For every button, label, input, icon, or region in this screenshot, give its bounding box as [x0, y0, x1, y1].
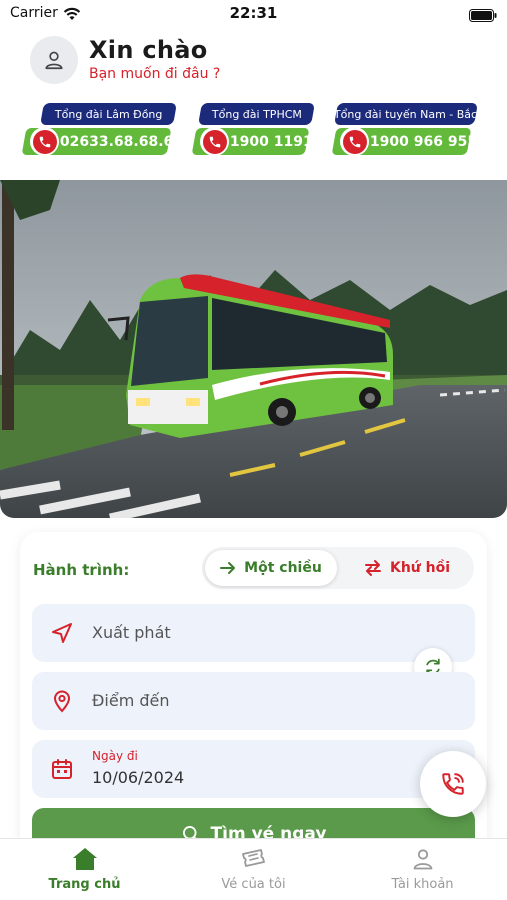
hotline-number: 1900 966 955 — [370, 133, 478, 150]
hotline-north-south[interactable]: Tổng đài tuyến Nam - Bắc 1900 966 955 — [331, 103, 479, 156]
hotline-number-box[interactable]: 1900 1191 — [191, 127, 313, 156]
departure-placeholder: Xuất phát — [92, 623, 171, 642]
arrow-right-icon — [220, 562, 236, 574]
nav-item-home[interactable]: Trang chủ — [0, 839, 169, 900]
hotline-lam-dong[interactable]: Tổng đài Lâm Đồng 02633.68.68.68 — [21, 103, 183, 156]
ticket-icon — [241, 849, 265, 867]
phone-icon — [30, 127, 59, 156]
bottom-navigation: Trang chủ Vé của tôi Tài khoản — [0, 838, 507, 900]
battery-icon — [469, 7, 497, 26]
call-hotline-button[interactable] — [420, 751, 486, 817]
hotline-title: Tổng đài Lâm Đồng — [40, 103, 177, 125]
greeting-subtitle: Bạn muốn đi đâu ? — [89, 66, 221, 82]
phone-icon — [200, 127, 229, 156]
hotline-number-box[interactable]: 1900 966 955 — [331, 127, 477, 156]
nav-label: Trang chủ — [48, 877, 121, 892]
one-way-option[interactable]: Một chiều — [205, 550, 337, 586]
hotline-title: Tổng đài TPHCM — [198, 103, 315, 125]
date-value: 10/06/2024 — [92, 768, 185, 787]
round-trip-option[interactable]: Khứ hồi — [344, 550, 470, 586]
hotline-title: Tổng đài tuyến Nam - Bắc — [334, 103, 478, 125]
date-label: Ngày đi — [92, 749, 138, 763]
status-bar: Carrier 22:31 — [0, 0, 507, 28]
user-icon — [45, 51, 63, 70]
one-way-label: Một chiều — [244, 560, 322, 576]
hotline-number-box[interactable]: 02633.68.68.68 — [21, 127, 183, 156]
avatar[interactable] — [30, 36, 78, 84]
nav-item-my-tickets[interactable]: Vé của tôi — [169, 839, 338, 900]
navigation-arrow-icon — [52, 623, 72, 643]
hotline-tphcm[interactable]: Tổng đài TPHCM 1900 1191 — [191, 103, 319, 156]
home-icon — [72, 848, 97, 870]
nav-item-account[interactable]: Tài khoản — [338, 839, 507, 900]
destination-placeholder: Điểm đến — [92, 691, 170, 710]
phone-call-icon — [442, 773, 464, 795]
departure-field[interactable]: Xuất phát — [32, 604, 475, 662]
location-pin-icon — [53, 690, 71, 713]
destination-field[interactable]: Điểm đến — [32, 672, 475, 730]
user-icon — [413, 849, 432, 870]
calendar-icon — [52, 759, 72, 779]
trip-type-toggle: Một chiều Khứ hồi — [202, 547, 474, 589]
date-field[interactable]: Ngày đi 10/06/2024 — [32, 740, 475, 798]
nav-label: Vé của tôi — [221, 877, 286, 892]
hotline-number: 1900 1191 — [230, 133, 313, 150]
status-time: 22:31 — [229, 4, 278, 22]
round-trip-label: Khứ hồi — [389, 560, 451, 576]
phone-icon — [340, 127, 369, 156]
hotline-number: 02633.68.68.68 — [60, 133, 184, 150]
greeting-title: Xin chào — [89, 36, 208, 64]
nav-label: Tài khoản — [391, 877, 454, 892]
booking-card: Hành trình: Một chiều Khứ hồi Xuất phát … — [20, 532, 487, 862]
trip-type-label: Hành trình: — [33, 561, 130, 579]
swap-arrows-icon — [364, 560, 381, 576]
hero-bus-image — [0, 180, 507, 518]
